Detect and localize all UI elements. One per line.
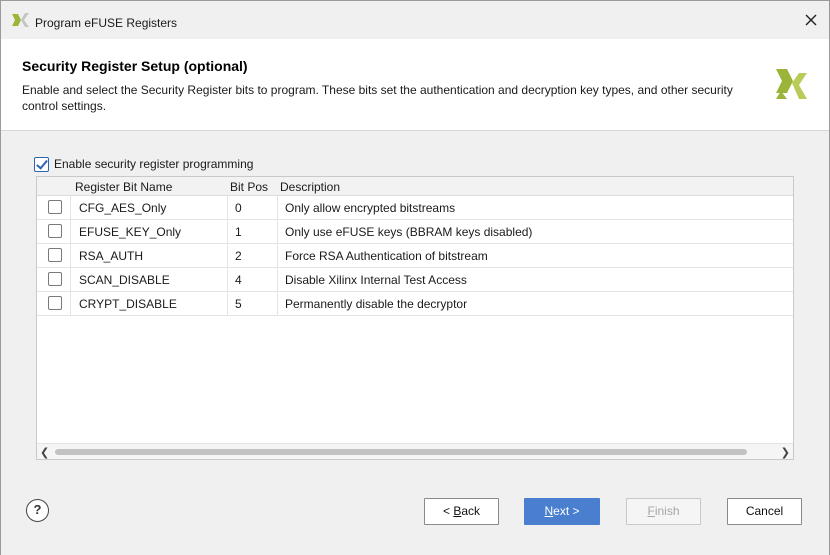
page-description: Enable and select the Security Register … <box>22 83 733 113</box>
next-rest: ext > <box>553 504 580 518</box>
cancel-button[interactable]: Cancel <box>727 498 802 525</box>
row-checkbox-cell <box>37 292 71 315</box>
row-checkbox-cell <box>37 196 71 219</box>
program-efuse-dialog: Program eFUSE Registers Security Registe… <box>0 0 830 555</box>
bit-description: Force RSA Authentication of bitstream <box>285 249 488 263</box>
register-bit-name: EFUSE_KEY_Only <box>71 220 228 243</box>
next-button[interactable]: Next > <box>524 498 600 525</box>
back-prefix: < <box>442 504 454 518</box>
row-checkbox-cell <box>37 220 71 243</box>
wizard-header: Security Register Setup (optional) Enabl… <box>1 39 829 131</box>
finish-mnemonic: F <box>647 504 655 518</box>
register-bit-name: CFG_AES_Only <box>71 196 228 219</box>
column-header-description[interactable]: Description <box>280 180 340 194</box>
bit-description: Permanently disable the decryptor <box>285 297 468 311</box>
column-header-bitpos[interactable]: Bit Pos <box>230 180 268 194</box>
page-title: Security Register Setup (optional) <box>22 58 248 74</box>
bit-pos: 0 <box>228 196 278 219</box>
row-checkbox[interactable] <box>48 296 62 310</box>
table-row[interactable]: CFG_AES_Only 0 Only allow encrypted bits… <box>37 196 793 220</box>
row-checkbox[interactable] <box>48 224 62 238</box>
finish-button[interactable]: Finish <box>626 498 701 525</box>
register-bit-name: SCAN_DISABLE <box>71 268 228 291</box>
back-button[interactable]: < Back <box>424 498 499 525</box>
title-bar: Program eFUSE Registers <box>1 1 829 39</box>
table-row[interactable]: RSA_AUTH 2 Force RSA Authentication of b… <box>37 244 793 268</box>
register-bit-name: CRYPT_DISABLE <box>71 292 228 315</box>
enable-security-checkbox[interactable] <box>34 156 49 172</box>
bit-pos: 5 <box>228 292 278 315</box>
row-checkbox[interactable] <box>48 248 62 262</box>
bit-pos: 1 <box>228 220 278 243</box>
table-header: Register Bit Name Bit Pos Description <box>37 177 793 196</box>
bit-pos: 2 <box>228 244 278 267</box>
row-checkbox[interactable] <box>48 272 62 286</box>
table-row[interactable]: EFUSE_KEY_Only 1 Only use eFUSE keys (BB… <box>37 220 793 244</box>
bit-description: Disable Xilinx Internal Test Access <box>285 273 467 287</box>
row-checkbox-cell <box>37 244 71 267</box>
register-bit-name: RSA_AUTH <box>71 244 228 267</box>
table-row[interactable]: CRYPT_DISABLE 5 Permanently disable the … <box>37 292 793 316</box>
table-row[interactable]: SCAN_DISABLE 4 Disable Xilinx Internal T… <box>37 268 793 292</box>
scrollbar-thumb[interactable] <box>55 449 747 455</box>
row-checkbox-cell <box>37 268 71 291</box>
xilinx-logo-icon <box>776 69 807 99</box>
window-title: Program eFUSE Registers <box>35 16 178 30</box>
finish-rest: inish <box>654 504 680 518</box>
scroll-left-icon[interactable]: ❮ <box>40 446 49 459</box>
help-icon[interactable]: ? <box>26 499 49 522</box>
column-header-name[interactable]: Register Bit Name <box>75 180 172 194</box>
bit-pos: 4 <box>228 268 278 291</box>
bit-description: Only allow encrypted bitstreams <box>285 201 456 215</box>
bit-description: Only use eFUSE keys (BBRAM keys disabled… <box>285 225 533 239</box>
enable-security-row[interactable]: Enable security register programming <box>34 155 253 173</box>
next-mnemonic: N <box>544 504 554 518</box>
enable-security-label: Enable security register programming <box>54 157 254 171</box>
scroll-right-icon[interactable]: ❯ <box>781 446 790 459</box>
xilinx-logo-icon <box>12 13 29 27</box>
row-checkbox[interactable] <box>48 200 62 214</box>
close-icon[interactable] <box>803 12 819 28</box>
wizard-footer: ? < Back Next > Finish Cancel <box>1 471 829 555</box>
security-register-table: Register Bit Name Bit Pos Description CF… <box>36 176 794 460</box>
horizontal-scrollbar[interactable]: ❮ ❯ <box>37 443 793 459</box>
back-rest: ack <box>461 504 481 518</box>
